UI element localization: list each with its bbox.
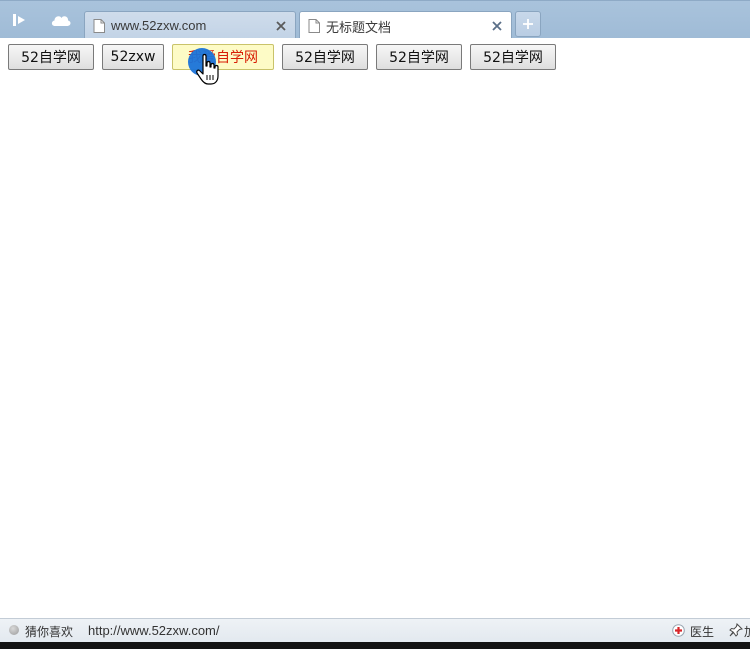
status-url: http://www.52zxw.com/ [88, 623, 220, 638]
status-bar: 猜你喜欢 http://www.52zxw.com/ 医生 加 [0, 618, 750, 642]
tab-close-button[interactable] [489, 18, 505, 34]
button-52zxw-4[interactable]: 52自学网 [282, 44, 368, 70]
status-dot-icon [9, 625, 19, 635]
doctor-button[interactable]: 医生 [690, 623, 714, 640]
tab-close-button[interactable] [273, 18, 289, 34]
tab-52zxw[interactable]: www.52zxw.com [84, 11, 296, 39]
doctor-icon [672, 624, 685, 637]
tab-bar: www.52zxw.com 无标题文档 [0, 0, 750, 40]
button-love-52zxw[interactable]: 我爱自学网 [172, 44, 274, 70]
plus-icon [523, 19, 533, 29]
page-icon [308, 19, 320, 33]
accelerate-button[interactable]: 加 [744, 623, 750, 640]
cloud-icon [51, 16, 71, 26]
tab-title: www.52zxw.com [111, 18, 207, 33]
page-icon [93, 18, 105, 33]
guess-you-like-link[interactable]: 猜你喜欢 [25, 623, 73, 640]
new-tab-button[interactable] [515, 11, 541, 37]
pin-icon [729, 623, 743, 637]
page-content: 52自学网 52zxw 我爱自学网 52自学网 52自学网 52自学网 [0, 38, 750, 618]
close-icon [492, 21, 502, 31]
sidebar-toggle-button[interactable] [6, 7, 36, 33]
tab-untitled-document[interactable]: 无标题文档 [299, 11, 512, 40]
button-52zxw-5[interactable]: 52自学网 [376, 44, 462, 70]
tab-title: 无标题文档 [326, 19, 392, 35]
button-52zxw-latin[interactable]: 52zxw [102, 44, 164, 70]
sidebar-toggle-icon [13, 14, 25, 26]
close-icon [276, 20, 286, 31]
cloud-button[interactable] [46, 7, 76, 33]
button-52zxw-6[interactable]: 52自学网 [470, 44, 556, 70]
button-52zxw-1[interactable]: 52自学网 [8, 44, 94, 70]
window-bottom-edge [0, 642, 750, 649]
